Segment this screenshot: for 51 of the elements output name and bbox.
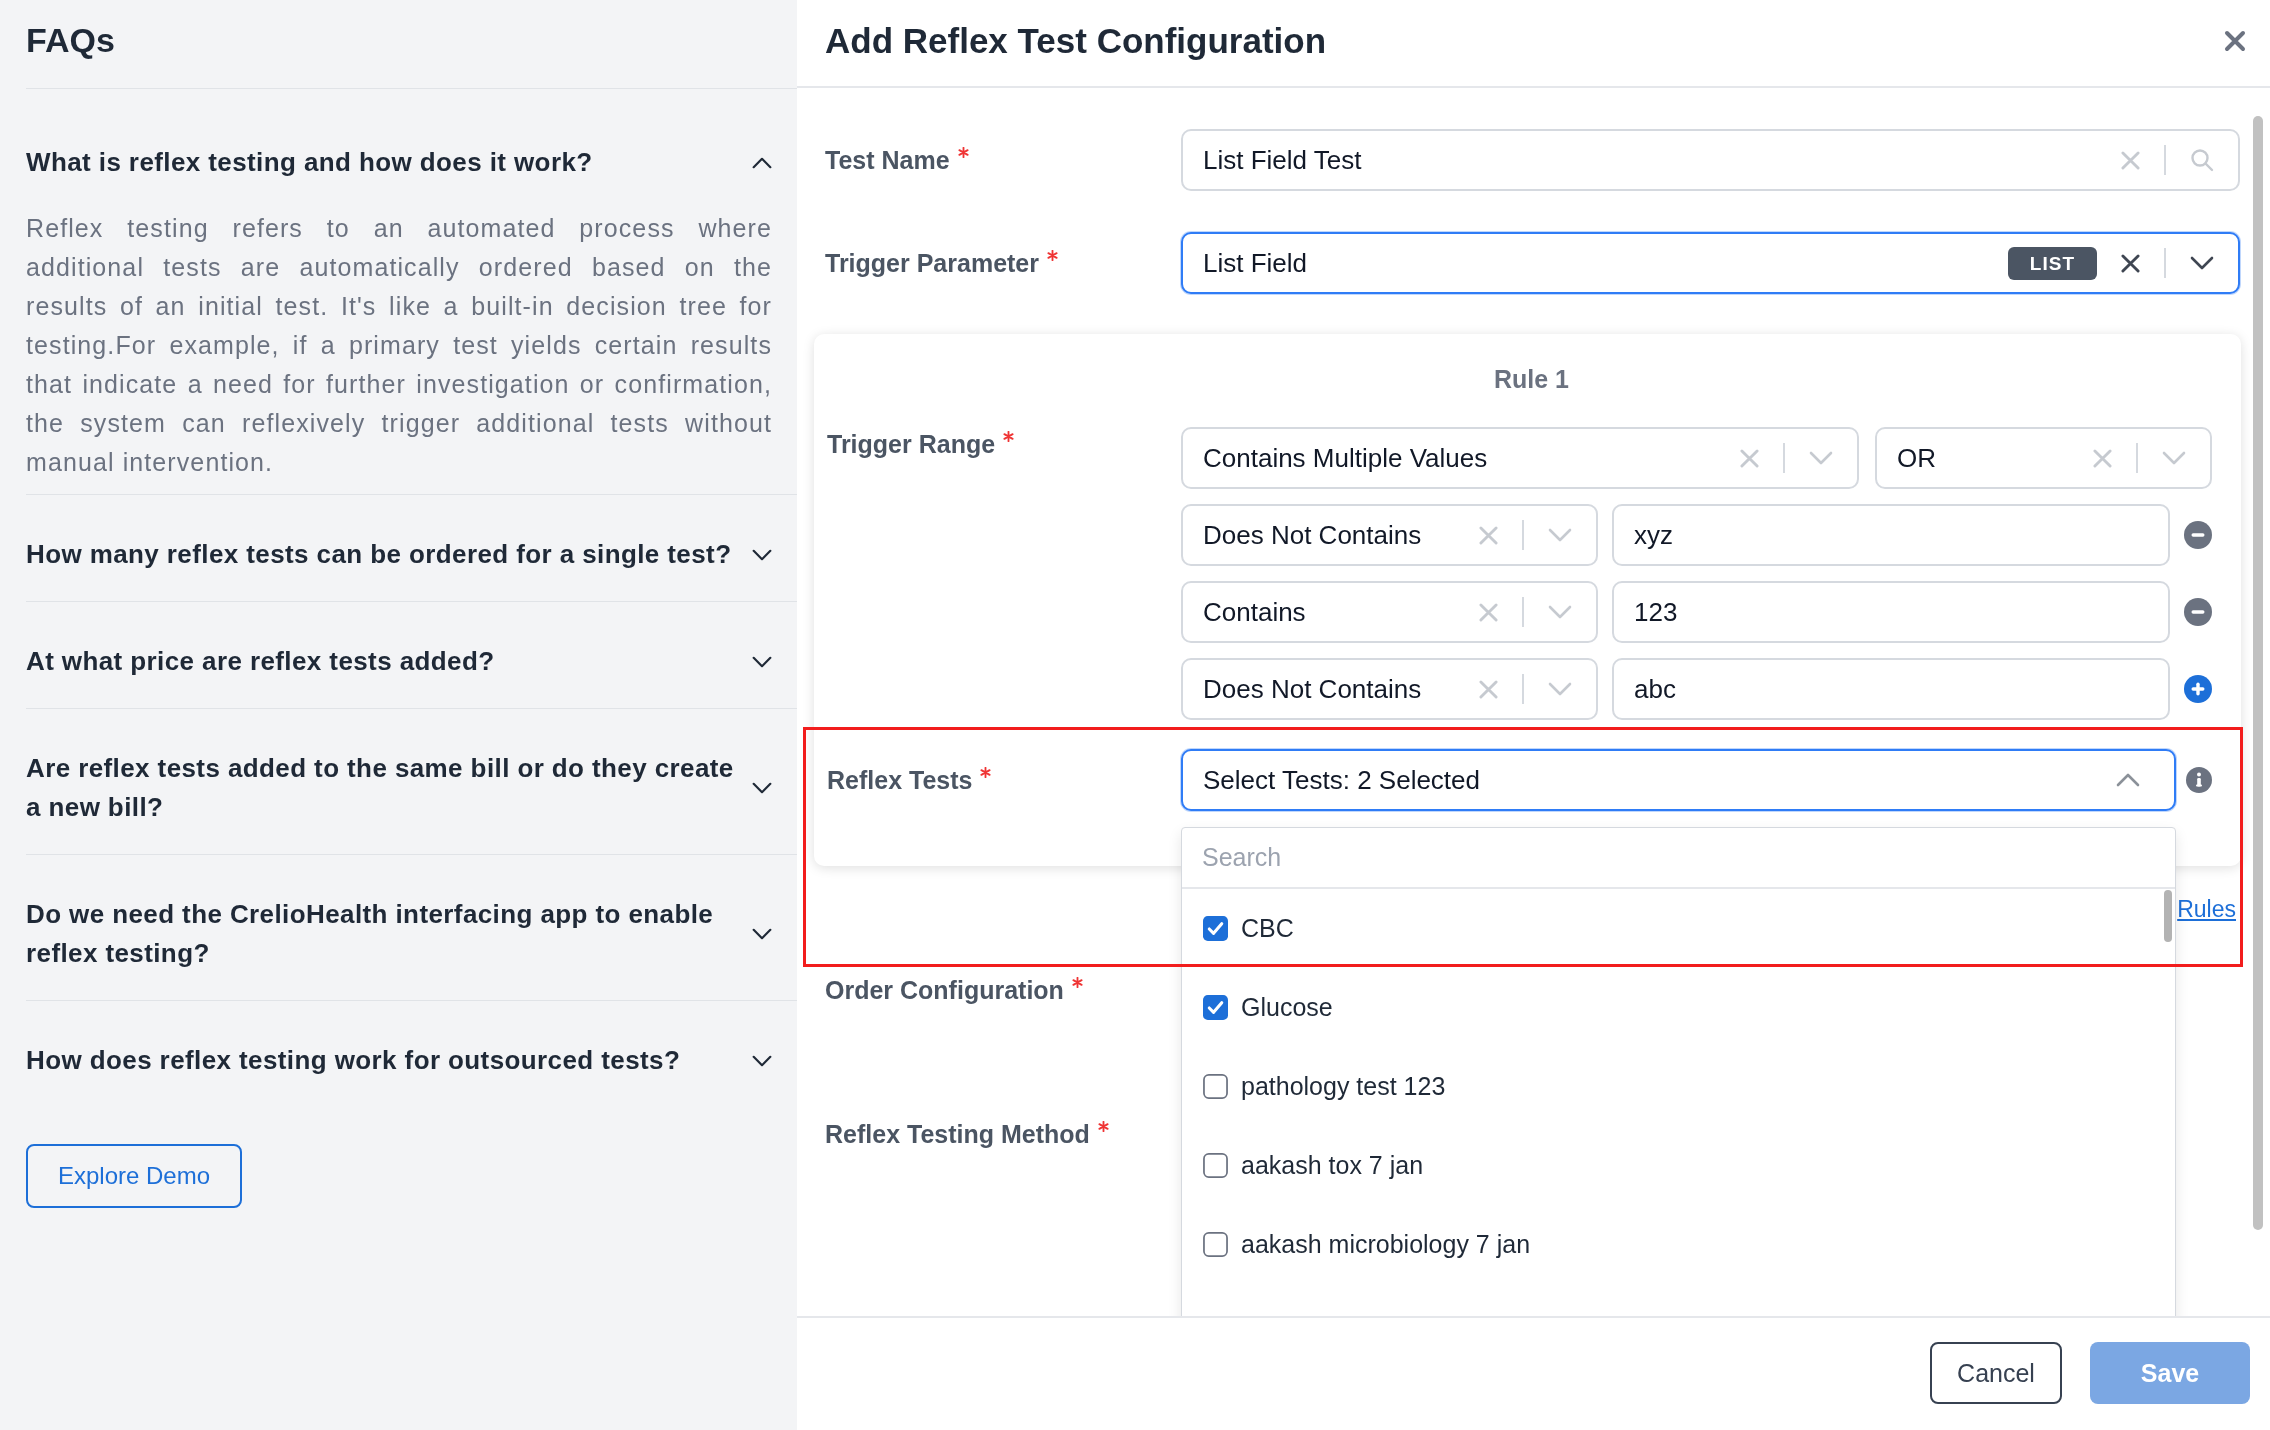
option-label[interactable]: aakash microbiology 7 jan <box>1241 1230 1531 1259</box>
text-field[interactable]: xyz <box>1612 504 2170 566</box>
option-label[interactable]: CBC <box>1241 914 1294 943</box>
chevron-up-icon[interactable] <box>752 156 772 169</box>
field-label: Reflex Testing Method <box>825 1119 1090 1150</box>
checkbox[interactable] <box>1203 1074 1228 1099</box>
minus-circle-icon[interactable] <box>2184 521 2212 549</box>
search-field[interactable]: Search <box>1182 828 2175 889</box>
faq-question[interactable]: Do we need the CrelioHealth interfacing app to enable reflex testing? <box>26 895 742 973</box>
modal-title: Add Reflex Test Configuration <box>825 21 1327 61</box>
close-icon[interactable] <box>2224 30 2246 52</box>
option-label[interactable]: pathology test 123 <box>1241 1072 1446 1101</box>
chevron-down-icon[interactable] <box>752 548 772 561</box>
field-label: Trigger Range <box>827 429 996 460</box>
field-label: Test Name <box>825 145 950 176</box>
chevron-down-icon[interactable] <box>752 1054 772 1067</box>
text-field[interactable]: 123 <box>1612 581 2170 643</box>
faq-question[interactable]: What is reflex testing and how does it work? <box>26 143 593 182</box>
explore-demo-button[interactable]: Explore Demo <box>26 1144 242 1208</box>
text-field[interactable]: abc <box>1612 658 2170 720</box>
chevron-down-icon[interactable] <box>752 928 772 940</box>
chevron-down-icon[interactable] <box>752 655 772 668</box>
faq-question[interactable]: At what price are reflex tests added? <box>26 642 495 681</box>
clear-icon[interactable] <box>2121 253 2140 273</box>
chevron-down-icon[interactable] <box>752 782 772 794</box>
faq-question[interactable]: How many reflex tests can be ordered for a single test? <box>26 535 732 574</box>
select-field[interactable]: Select Tests: 2 Selected <box>1181 749 2176 811</box>
type-badge: LIST <box>2007 246 2097 280</box>
plus-circle-icon[interactable] <box>2184 675 2212 703</box>
faq-answer: Reflex testing refers to an automated process where additional tests are automatically ordered based on the results of an initial test. It's like a built-in decision tree for testing.For example, if a primary test yields certain results that indicate a need for further investigation or confirmation, the system can reflexively trigger additional tests without manual intervention. <box>26 213 772 478</box>
checkbox[interactable] <box>1203 1232 1228 1257</box>
checkbox[interactable] <box>1203 995 1228 1020</box>
faq-question[interactable]: How does reflex testing work for outsourced tests? <box>26 1041 681 1080</box>
field-label: Trigger Parameter <box>825 248 1039 279</box>
select-field[interactable]: List Field LIST <box>1181 232 2240 294</box>
scrollbar-thumb[interactable] <box>2164 890 2172 942</box>
option-label[interactable]: aakash tox 7 jan <box>1241 1151 1424 1180</box>
chevron-down-icon[interactable] <box>2190 256 2214 270</box>
cancel-button[interactable]: Cancel <box>1930 1342 2062 1404</box>
faq-title: FAQs <box>26 20 115 60</box>
field-label: Order Configuration <box>825 975 1064 1006</box>
faq-question[interactable]: Are reflex tests added to the same bill or do they create a new bill? <box>26 749 742 827</box>
checkbox[interactable] <box>1203 916 1228 941</box>
scrollbar-thumb[interactable] <box>2253 116 2263 1230</box>
minus-circle-icon[interactable] <box>2184 598 2212 626</box>
rules-link[interactable]: Rules <box>2177 896 2236 922</box>
rule-title: Rule 1 <box>1493 364 1570 394</box>
option-label[interactable]: Glucose <box>1241 993 1333 1022</box>
info-icon[interactable] <box>2186 767 2212 793</box>
field-label: Reflex Tests <box>827 765 973 796</box>
checkbox[interactable] <box>1203 1153 1228 1178</box>
